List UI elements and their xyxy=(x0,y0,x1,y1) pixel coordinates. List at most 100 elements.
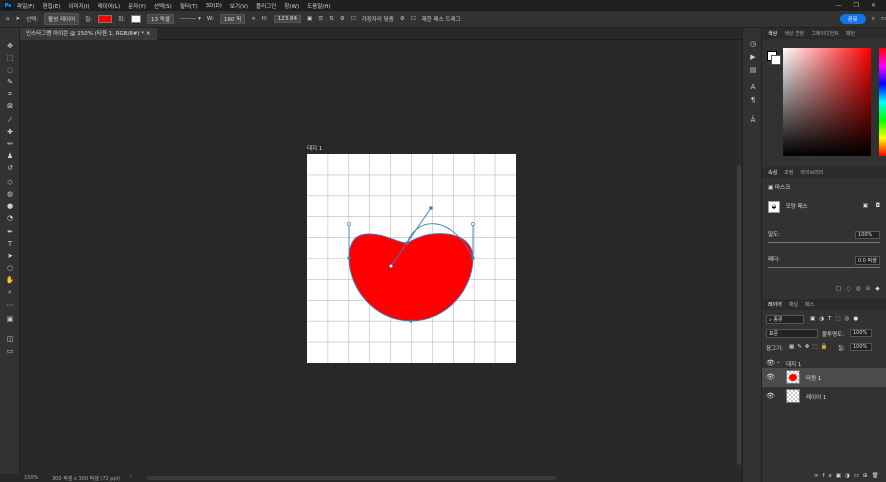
red-ellipse-shape[interactable] xyxy=(349,233,473,321)
vertical-scrollbar-thumb[interactable] xyxy=(737,165,741,465)
tab-properties[interactable]: 속성 xyxy=(768,169,777,176)
hue-slider[interactable] xyxy=(879,48,886,156)
search-icon[interactable]: ⌕ xyxy=(872,16,875,23)
artboard-tool-icon[interactable]: ⬚ xyxy=(4,53,16,64)
minimize-button[interactable]: — xyxy=(836,2,842,9)
screen-mode-icon[interactable]: ▭ xyxy=(4,346,16,357)
menu-select[interactable]: 선택(S) xyxy=(154,2,172,10)
link-icon[interactable]: ∞ xyxy=(251,16,256,22)
horizontal-scrollbar[interactable] xyxy=(147,476,556,480)
control-handles[interactable] xyxy=(347,222,475,226)
healing-brush-tool-icon[interactable]: ✚ xyxy=(4,127,16,138)
artboard[interactable] xyxy=(307,154,516,363)
maximize-button[interactable]: ❐ xyxy=(854,2,859,9)
artboard-content[interactable] xyxy=(307,154,516,363)
blend-mode-select[interactable]: 표준 xyxy=(766,329,818,338)
menu-image[interactable]: 이미지(I) xyxy=(68,2,89,10)
background-color-swatch[interactable] xyxy=(771,55,781,65)
quick-select-tool-icon[interactable]: ✎ xyxy=(4,77,16,88)
stroke-color-swatch[interactable] xyxy=(131,15,141,23)
visibility-eye-icon[interactable]: 👁 xyxy=(766,359,775,367)
actions-play-icon[interactable]: ▶ xyxy=(748,53,758,63)
history-brush-tool-icon[interactable]: ↺ xyxy=(4,163,16,174)
width-field[interactable]: 180 픽 xyxy=(219,14,246,24)
path-arrange-icon[interactable]: ⇅ xyxy=(329,16,334,22)
mask-actions[interactable]: □◌◎⊙◆ xyxy=(836,286,885,292)
menu-help[interactable]: 도움말(H) xyxy=(307,2,331,10)
document-tab[interactable]: 인스타그램 아이콘 @ 150% (타원 1, RGB/8#) * ✕ xyxy=(20,28,157,40)
layer-row-ellipse[interactable]: 👁 타원 1 xyxy=(762,368,886,387)
artboard-label[interactable]: 대지 1 xyxy=(307,144,322,152)
visibility-eye-icon[interactable]: 👁 xyxy=(766,392,775,400)
visibility-eye-icon[interactable]: 👁 xyxy=(766,373,775,381)
feather-field[interactable]: 0.0 픽셀 xyxy=(855,256,880,265)
color-picker-field[interactable] xyxy=(783,48,871,156)
vector-mask-thumbnail[interactable]: ◒ xyxy=(768,201,780,213)
eyedropper-tool-icon[interactable]: ⁄ xyxy=(4,115,16,126)
tab-paths[interactable]: 패스 xyxy=(805,301,814,308)
apply-mask-icon[interactable]: ▣ xyxy=(863,203,868,209)
menu-layer[interactable]: 레이어(L) xyxy=(98,2,121,10)
dodge-tool-icon[interactable]: ◔ xyxy=(4,213,16,224)
gear-icon[interactable]: ⚙ xyxy=(400,16,405,22)
fill-color-swatch[interactable] xyxy=(98,15,113,23)
eraser-tool-icon[interactable]: ◇ xyxy=(4,177,16,188)
fill-field[interactable]: 100% xyxy=(850,343,872,351)
stroke-style-select[interactable]: ——— ▾ xyxy=(180,16,201,22)
mode-select[interactable]: 활성 레이어 xyxy=(44,13,80,25)
tab-color[interactable]: 색상 xyxy=(768,30,777,37)
move-tool-icon[interactable]: ✥ xyxy=(4,41,16,52)
constrain-path-checkbox[interactable]: ☐ xyxy=(411,16,416,22)
status-arrow-icon[interactable]: › xyxy=(130,474,132,480)
menu-edit[interactable]: 편집(E) xyxy=(43,2,61,10)
menu-type[interactable]: 문자(Y) xyxy=(128,2,146,10)
menu-filter[interactable]: 필터(T) xyxy=(180,2,198,10)
more-tools-icon[interactable]: ⋯ xyxy=(4,300,16,311)
feather-slider[interactable] xyxy=(768,267,880,268)
clone-stamp-tool-icon[interactable]: ♟ xyxy=(4,151,16,162)
paint-bucket-tool-icon[interactable]: ◍ xyxy=(4,189,16,200)
type-tool-icon[interactable]: T xyxy=(4,239,16,250)
align-edges-checkbox[interactable]: ☐ xyxy=(351,16,356,22)
close-button[interactable]: ✕ xyxy=(871,2,876,9)
tab-layers[interactable]: 레이어 xyxy=(768,301,782,308)
zoom-level[interactable]: 150% xyxy=(24,475,38,481)
add-mask-icon[interactable]: ◘ xyxy=(876,203,880,209)
tab-adjustments[interactable]: 조정 xyxy=(784,169,793,176)
history-icon[interactable]: ◷ xyxy=(748,40,758,50)
lock-icons[interactable]: ▦✎✥⬚🔒 xyxy=(789,344,830,350)
path-alignment-icon[interactable]: ☰ xyxy=(318,16,323,22)
pen-tool-icon[interactable]: ✒ xyxy=(4,227,16,238)
path-select-tool-icon[interactable]: ➤ xyxy=(16,16,21,22)
path-operations-icon[interactable]: ▣ xyxy=(307,16,312,22)
layer-filter-select[interactable]: ⌕ 종류 xyxy=(766,315,804,324)
density-field[interactable]: 100% xyxy=(855,231,880,239)
home-icon[interactable]: ⌂ xyxy=(6,16,10,22)
blur-tool-icon[interactable]: ● xyxy=(4,201,16,212)
quick-mask-icon[interactable]: ◫ xyxy=(4,334,16,345)
character-panel-icon[interactable]: A xyxy=(748,83,758,93)
tab-channels[interactable]: 채널 xyxy=(789,301,798,308)
tab-libraries[interactable]: 라이브러리 xyxy=(800,169,823,176)
height-field[interactable]: 123.84 xyxy=(273,15,302,23)
chevron-down-icon[interactable]: ⌄ xyxy=(776,359,781,365)
layer-filter-icons[interactable]: ▣◑T⬚◎● xyxy=(810,316,862,322)
density-slider[interactable] xyxy=(768,242,880,243)
shape-tool-icon[interactable]: ○ xyxy=(4,263,16,274)
settings-gear-icon[interactable]: ⚙ xyxy=(340,16,345,22)
crop-tool-icon[interactable]: ⌗ xyxy=(4,89,16,100)
stroke-width-field[interactable]: 13 픽셀 xyxy=(147,14,174,24)
frame-tool-icon[interactable]: ⊠ xyxy=(4,101,16,112)
layer-actions-bar[interactable]: ∞fx▣◑▭⊞🗑 xyxy=(814,473,883,479)
layer-row-layer1[interactable]: 👁 레이어 1 xyxy=(762,387,886,406)
menu-file[interactable]: 파일(F) xyxy=(17,2,35,10)
tab-gradients[interactable]: 그레이디언트 xyxy=(811,30,839,37)
tab-patterns[interactable]: 패턴 xyxy=(846,30,855,37)
opacity-field[interactable]: 100% xyxy=(850,329,872,337)
share-button[interactable]: 공유 xyxy=(839,14,866,24)
lasso-tool-icon[interactable]: ◌ xyxy=(4,65,16,76)
zoom-tool-icon[interactable]: ⌕ xyxy=(4,287,16,298)
brush-tool-icon[interactable]: ✏ xyxy=(4,139,16,150)
paragraph-panel-icon[interactable]: ¶ xyxy=(748,96,758,106)
menu-window[interactable]: 창(W) xyxy=(284,2,299,10)
